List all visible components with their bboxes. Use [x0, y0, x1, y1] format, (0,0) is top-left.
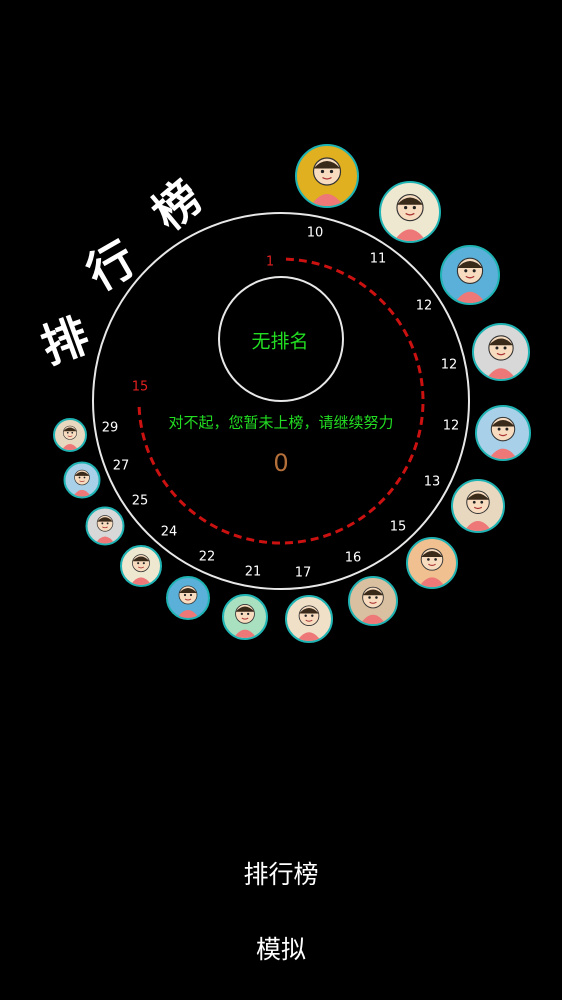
emoji-blush-avatar[interactable]	[295, 144, 359, 208]
avatar-face-icon	[486, 335, 516, 379]
ring-score-label: 16	[344, 550, 362, 566]
avatar-face-icon	[488, 416, 518, 459]
ring-score-label: 12	[442, 418, 460, 434]
avatar-face-icon	[394, 194, 426, 241]
avatar-face-icon	[72, 469, 92, 497]
ring-score-label: 12	[440, 357, 458, 373]
avatar-face-icon	[418, 548, 446, 587]
plush-bear-avatar[interactable]	[348, 576, 398, 626]
blue-creature-avatar[interactable]	[440, 245, 500, 305]
blue-creature-small-avatar[interactable]	[166, 576, 210, 620]
avatar-face-icon	[61, 425, 79, 450]
ring-score-label: 17	[294, 565, 312, 581]
user-score: 0	[273, 449, 289, 477]
girl-small-avatar[interactable]	[120, 545, 162, 587]
ring-score-label: 15	[389, 519, 407, 535]
progress-start-label: 1	[265, 254, 275, 270]
ring-score-label: 12	[415, 298, 433, 314]
ring-score-label: 10	[306, 225, 324, 241]
ring-score-label: 13	[423, 474, 441, 490]
simulate-button[interactable]: 模拟	[256, 930, 306, 966]
girl-red-hair-avatar[interactable]	[285, 595, 333, 643]
avatar-face-icon	[177, 585, 199, 618]
ring-score-label: 25	[131, 493, 149, 509]
progress-end-label: 15	[131, 379, 149, 395]
avatar-face-icon	[310, 157, 344, 206]
ring-score-label: 21	[244, 564, 262, 580]
ring-score-label: 27	[112, 458, 130, 474]
avatar-face-icon	[464, 490, 492, 531]
anime-boy-small-avatar[interactable]	[85, 506, 125, 546]
boy-green-shirt-avatar[interactable]	[222, 594, 268, 640]
avatar-face-icon	[130, 554, 152, 585]
ring-score-label: 22	[198, 549, 216, 565]
leaderboard-button[interactable]: 排行榜	[243, 855, 318, 891]
bunny-sketch-avatar[interactable]	[475, 405, 531, 461]
ring-score-label: 11	[369, 251, 387, 267]
avatar-face-icon	[233, 603, 257, 638]
anime-boy-avatar[interactable]	[472, 323, 530, 381]
cartoon-boy-avatar[interactable]	[406, 537, 458, 589]
avatar-face-icon	[360, 586, 386, 624]
sorry-message: 对不起，您暂未上榜，请继续努力	[168, 413, 394, 432]
no-rank-label: 无排名	[251, 330, 309, 353]
ring-score-label: 29	[101, 420, 119, 436]
avatar-face-icon	[296, 605, 322, 641]
avatar-face-icon	[95, 515, 115, 544]
girl-pink-dress-avatar[interactable]	[379, 181, 441, 243]
girl-black-hair-avatar[interactable]	[451, 479, 505, 533]
ring-score-label: 24	[160, 524, 178, 540]
avatar-face-icon	[454, 257, 486, 303]
girl-black-hair-small-avatar[interactable]	[53, 418, 87, 452]
bunny-sketch-small-avatar[interactable]	[63, 461, 101, 499]
